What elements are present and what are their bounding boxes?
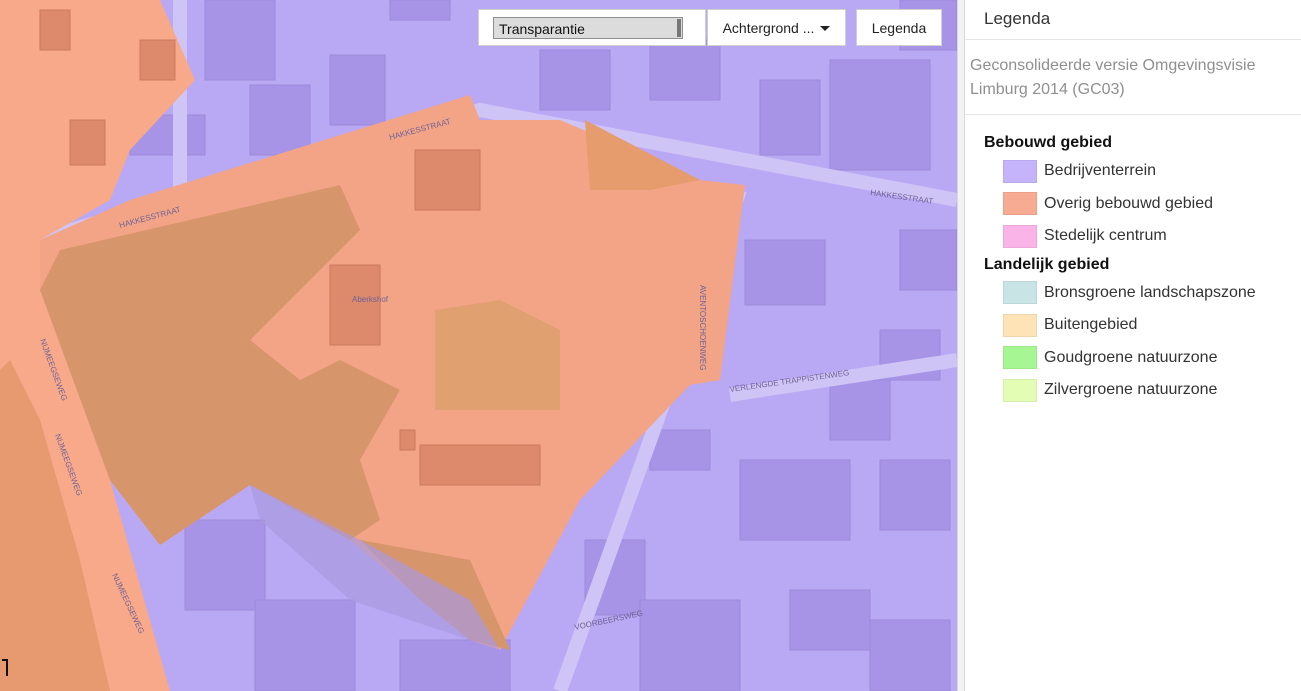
legend-swatch (1003, 224, 1037, 248)
legend-group-title: Landelijk gebied (984, 255, 1110, 273)
street-label: Aberkshof (352, 295, 389, 304)
transparency-slider-thumb[interactable] (677, 18, 681, 37)
legend-swatch (1003, 313, 1037, 337)
map-toolbar: Transparantie Achtergrond ... Legenda (478, 9, 942, 46)
legend-title: Legenda (965, 0, 1301, 40)
transparency-slider[interactable]: Transparantie (493, 16, 683, 39)
legend-item-label: Stedelijk centrum (1044, 227, 1167, 245)
legend-item-label: Overig bebouwd gebied (1044, 194, 1214, 212)
chevron-down-icon (820, 26, 831, 31)
legend-swatch (1003, 192, 1037, 216)
legend-item: Bedrijventerrein (984, 155, 1301, 188)
legend-item-label: Bedrijventerrein (1044, 162, 1157, 180)
legend-swatch (1003, 281, 1037, 305)
legend-swatch (1003, 346, 1037, 370)
scale-bar (2, 659, 8, 676)
background-dropdown[interactable]: Achtergrond ... (707, 9, 846, 46)
legend-item: Bronsgroene landschapszone (984, 277, 1301, 310)
legend-item: Overig bebouwd gebied (984, 188, 1301, 221)
legend-item-label: Bronsgroene landschapszone (1044, 283, 1256, 301)
legend-item: Buitengebied (984, 309, 1301, 342)
transparency-control: Transparantie (478, 9, 706, 46)
legend-panel: Legenda Geconsolideerde versie Omgevings… (965, 0, 1301, 691)
map-view[interactable]: HAKKESSTRAAT HAKKESSTRAAT HAKKESSTRAAT N… (0, 0, 957, 691)
legend-item-label: Goudgroene natuurzone (1044, 348, 1218, 366)
legend-button[interactable]: Legenda (856, 9, 942, 46)
legend-item: Zilvergroene natuurzone (984, 374, 1301, 407)
transparency-label: Transparantie (499, 20, 585, 37)
legend-body: Bebouwd gebied Bedrijventerrein Overig b… (965, 115, 1301, 407)
background-dropdown-label: Achtergrond ... (722, 19, 815, 36)
legend-item: Goudgroene natuurzone (984, 342, 1301, 375)
panel-splitter[interactable] (957, 0, 965, 691)
legend-group-title: Bebouwd gebied (984, 134, 1112, 151)
street-label: AVENTOSCHOENWEG (698, 285, 707, 371)
legend-swatch (1003, 159, 1037, 183)
legend-swatch (1003, 378, 1037, 402)
legend-item-label: Zilvergroene natuurzone (1044, 381, 1218, 399)
legend-subtitle: Geconsolideerde versie Omgevingsvisie Li… (965, 40, 1301, 115)
legend-item: Stedelijk centrum (984, 220, 1301, 253)
legend-item-label: Buitengebied (1044, 316, 1138, 334)
map-canvas[interactable]: HAKKESSTRAAT HAKKESSTRAAT HAKKESSTRAAT N… (0, 0, 957, 691)
